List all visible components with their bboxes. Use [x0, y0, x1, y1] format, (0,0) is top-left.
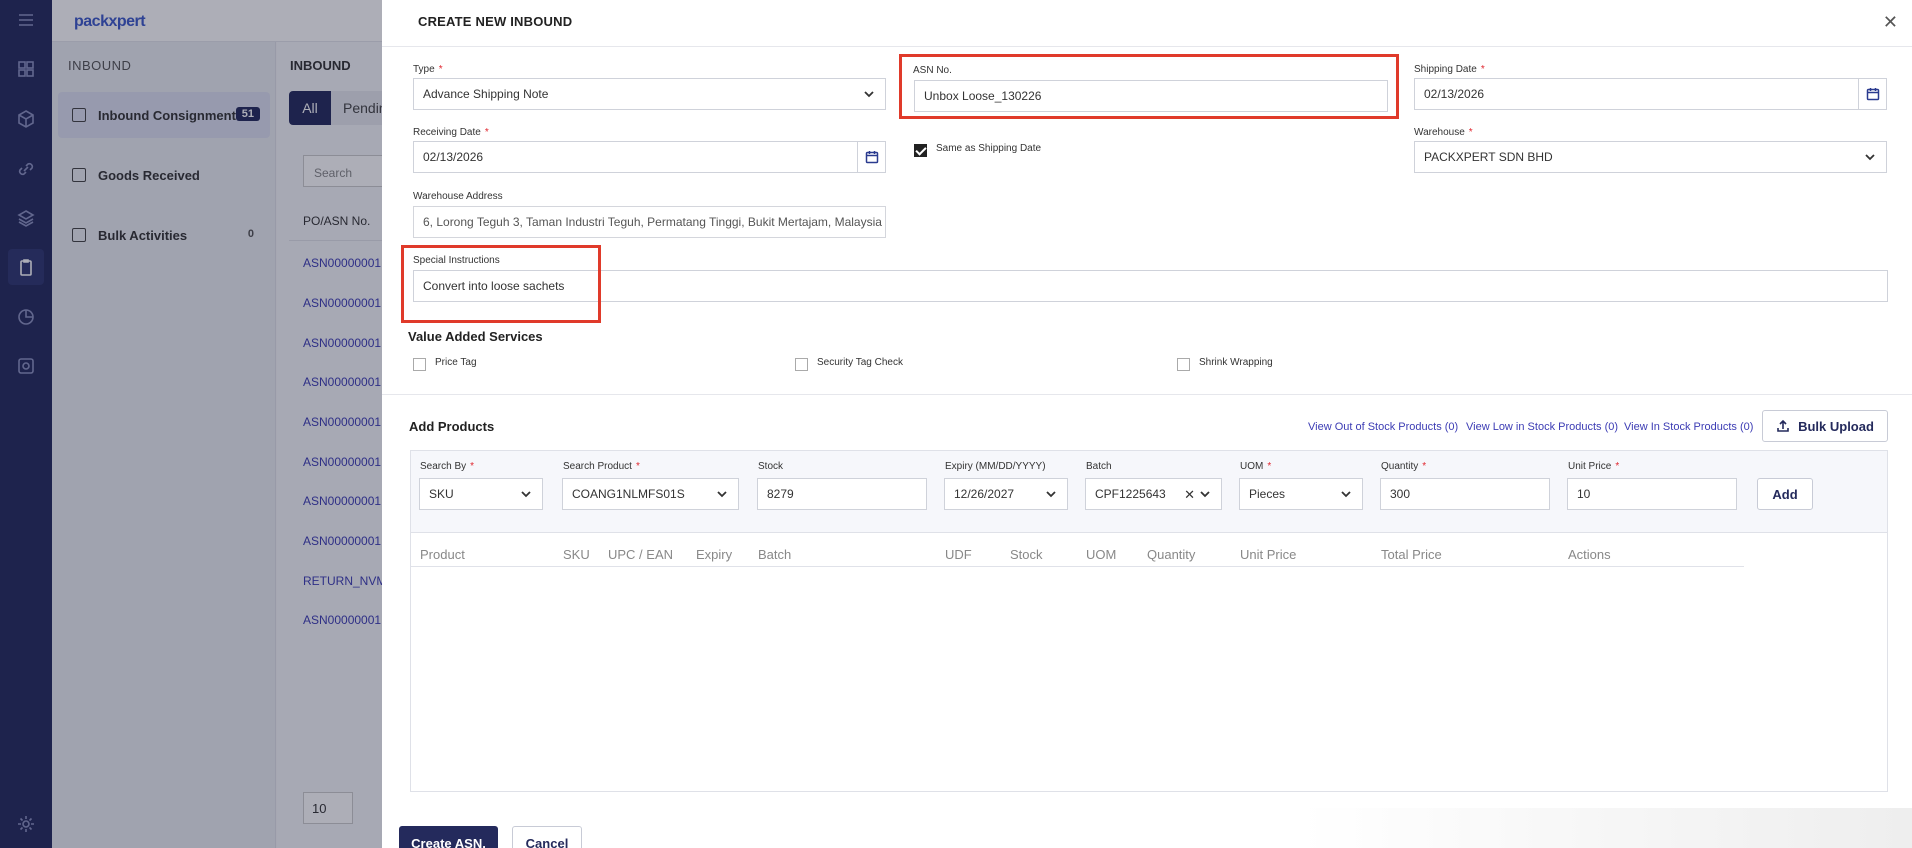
create-asn-button[interactable]: Create ASN.: [399, 826, 498, 848]
chevron-down-icon: [1864, 151, 1876, 163]
warehouse-label: Warehouse *: [1414, 127, 1473, 138]
column-header: Quantity: [1147, 547, 1196, 562]
modal-backdrop[interactable]: [0, 0, 382, 848]
receiving-date-input[interactable]: 02/13/2026: [413, 141, 886, 173]
column-header: Product: [420, 547, 465, 562]
chevron-down-icon: [1045, 488, 1057, 500]
same-as-shipping-label: Same as Shipping Date: [936, 143, 1042, 154]
vas-heading: Value Added Services: [408, 329, 543, 344]
chevron-down-icon: [1340, 488, 1352, 500]
security-tag-label: Security Tag Check: [817, 357, 903, 368]
chevron-down-icon: [863, 88, 875, 100]
bulk-upload-button[interactable]: Bulk Upload: [1762, 410, 1888, 442]
type-select[interactable]: Advance Shipping Note: [413, 78, 886, 110]
add-products-heading: Add Products: [409, 419, 495, 434]
quantity-label: Quantity *: [1381, 461, 1427, 472]
special-instructions-input[interactable]: Convert into loose sachets: [413, 270, 1888, 302]
search-by-label: Search By *: [420, 461, 475, 472]
expiry-label: Expiry (MM/DD/YYYY): [945, 461, 1046, 472]
uom-label: UOM *: [1240, 461, 1272, 472]
column-header: Stock: [1010, 547, 1043, 562]
column-header: Batch: [758, 547, 792, 562]
view-in-stock-link[interactable]: View In Stock Products (0): [1624, 421, 1753, 433]
add-product-button[interactable]: Add: [1757, 478, 1813, 510]
view-low-stock-link[interactable]: View Low in Stock Products (0): [1466, 421, 1618, 433]
price-tag-label: Price Tag: [435, 357, 477, 368]
expiry-select[interactable]: 12/26/2027: [944, 478, 1068, 510]
warehouse-select[interactable]: PACKXPERT SDN BHD: [1414, 141, 1887, 173]
close-icon[interactable]: ✕: [1883, 12, 1898, 33]
batch-select[interactable]: CPF1225643 ✕: [1085, 478, 1222, 510]
chevron-down-icon: [716, 488, 728, 500]
warehouse-address-input[interactable]: 6, Lorong Teguh 3, Taman Industri Teguh,…: [413, 206, 886, 238]
stock-label: Stock: [758, 461, 784, 472]
clear-icon[interactable]: ✕: [1184, 487, 1195, 503]
column-header: SKU: [563, 547, 590, 562]
column-header: Total Price: [1381, 547, 1442, 562]
view-out-of-stock-link[interactable]: View Out of Stock Products (0): [1308, 421, 1458, 433]
warehouse-address-label: Warehouse Address: [413, 191, 503, 202]
cancel-button[interactable]: Cancel: [512, 826, 582, 848]
chevron-down-icon: [1199, 488, 1211, 500]
security-tag-checkbox[interactable]: [795, 358, 808, 371]
column-header: UDF: [945, 547, 972, 562]
shrink-wrapping-label: Shrink Wrapping: [1199, 357, 1273, 368]
create-inbound-modal: CREATE NEW INBOUND ✕ Type * Advance Shipp…: [382, 0, 1912, 848]
table-header-divider: [411, 566, 1744, 567]
modal-header: CREATE NEW INBOUND ✕: [382, 0, 1912, 47]
modal-footer: [382, 808, 1912, 848]
column-header: Actions: [1568, 547, 1611, 562]
column-header: UOM: [1086, 547, 1117, 562]
batch-label: Batch: [1086, 461, 1112, 472]
receiving-date-label: Receiving Date *: [413, 127, 489, 138]
search-by-select[interactable]: SKU: [419, 478, 543, 510]
price-tag-checkbox[interactable]: [413, 358, 426, 371]
shipping-date-label: Shipping Date *: [1414, 64, 1485, 75]
unit-price-label: Unit Price *: [1568, 461, 1620, 472]
uom-select[interactable]: Pieces: [1239, 478, 1363, 510]
upload-icon: [1777, 419, 1789, 432]
products-panel: Search By * SKU Search Product * COANG1NLM…: [410, 450, 1888, 792]
modal-title: CREATE NEW INBOUND: [418, 14, 573, 29]
column-header: Expiry: [696, 547, 733, 562]
search-product-select[interactable]: COANG1NLMFS01S: [562, 478, 739, 510]
column-header: UPC / EAN: [608, 547, 674, 562]
column-header: Unit Price: [1240, 547, 1297, 562]
search-product-label: Search Product *: [563, 461, 640, 472]
unit-price-input[interactable]: 10: [1567, 478, 1737, 510]
shipping-date-input[interactable]: 02/13/2026: [1414, 78, 1887, 110]
stock-input[interactable]: 8279: [757, 478, 927, 510]
add-product-form: Search By * SKU Search Product * COANG1NLM…: [411, 451, 1887, 533]
section-divider: [382, 394, 1912, 395]
chevron-down-icon: [520, 488, 532, 500]
asn-label: ASN No.: [913, 65, 952, 76]
quantity-input[interactable]: 300: [1380, 478, 1550, 510]
special-instructions-label: Special Instructions: [413, 255, 500, 266]
shrink-wrapping-checkbox[interactable]: [1177, 358, 1190, 371]
type-label: Type *: [413, 64, 443, 75]
asn-input[interactable]: Unbox Loose_130226: [914, 80, 1388, 112]
calendar-icon[interactable]: [857, 142, 885, 172]
same-as-shipping-checkbox[interactable]: [914, 144, 927, 157]
calendar-icon[interactable]: [1858, 79, 1886, 109]
